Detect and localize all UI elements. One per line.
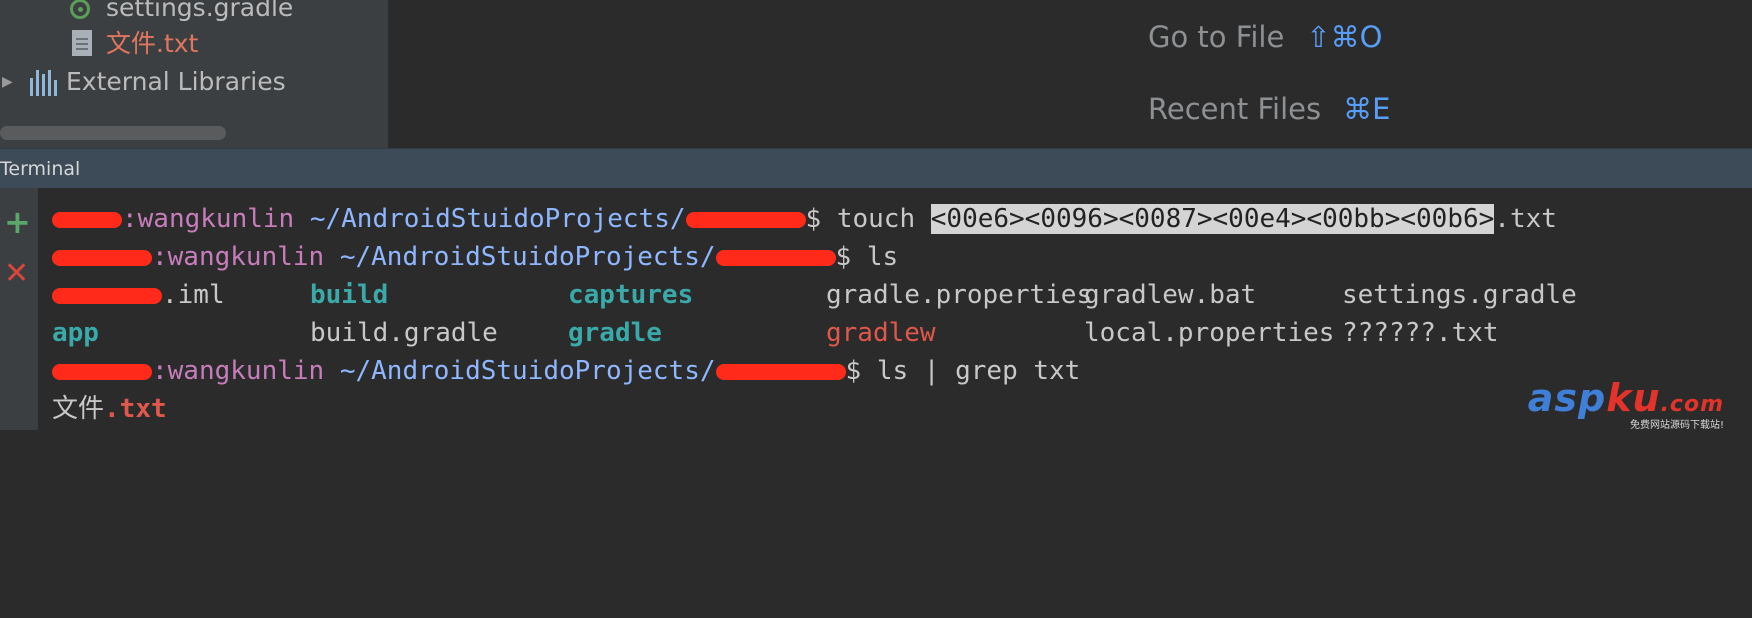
expand-arrow-icon[interactable]: ▶ [2, 64, 13, 100]
hint-recent-files: Recent Files ⌘E [1148, 92, 1390, 126]
tree-item-label: 文件.txt [106, 29, 199, 58]
grep-result-ext: .txt [104, 394, 167, 424]
terminal-header[interactable]: Terminal [0, 148, 1752, 189]
ls-entry: local.properties [1084, 318, 1335, 348]
close-session-x-icon[interactable]: ✕ [4, 258, 29, 290]
prompt-path: ~/AndroidStuidoProjects/ [294, 204, 686, 234]
ls-entry: captures [568, 280, 694, 310]
terminal-line: :wangkunlin ~/AndroidStuidoProjects/ $ ls… [52, 352, 1080, 390]
project-tree[interactable]: settings.gradle 文件.txt ▶ External Librar… [0, 0, 388, 148]
prompt-path: ~/AndroidStuidoProjects/ [324, 242, 716, 272]
redaction [52, 249, 152, 266]
hint-label: Recent Files [1148, 92, 1322, 126]
top-area: settings.gradle 文件.txt ▶ External Librar… [0, 0, 1752, 148]
watermark-brand-ku: ku [1606, 376, 1661, 420]
hint-shortcut: ⌘E [1343, 92, 1391, 126]
command-ext: .txt [1494, 204, 1557, 234]
redaction [715, 249, 836, 266]
tree-item-label: settings.gradle [106, 0, 294, 22]
terminal-title: Terminal [0, 158, 81, 180]
prompt-user: :wangkunlin [152, 356, 325, 386]
redaction [52, 211, 122, 228]
terminal-line: :wangkunlin ~/AndroidStuidoProjects/ $ to… [52, 200, 1557, 238]
hint-go-to-file: Go to File ⇧⌘O [1148, 20, 1382, 54]
ls-entry: gradlew.bat [1084, 280, 1257, 310]
watermark-suffix: .com [1660, 392, 1724, 417]
prompt-user: :wangkunlin [122, 204, 295, 234]
redaction [715, 363, 846, 380]
ls-entry: app [52, 318, 99, 348]
horizontal-scrollbar[interactable] [0, 126, 226, 140]
terminal-line: :wangkunlin ~/AndroidStuidoProjects/ $ ls [52, 238, 898, 276]
ls-entry: build [310, 280, 389, 310]
terminal-line: app build.gradle gradle gradlew local.pr… [52, 314, 1499, 352]
ls-entry: gradle [568, 318, 662, 348]
ls-entry: build.gradle [310, 318, 498, 348]
hint-label: Go to File [1148, 20, 1285, 54]
redaction [52, 287, 162, 304]
grep-result-name: 文件 [52, 394, 105, 424]
text-file-icon [72, 30, 92, 56]
ls-entry: gradlew [826, 318, 936, 348]
ls-entry: .iml [162, 280, 225, 310]
redaction [52, 363, 152, 380]
new-session-plus-icon[interactable]: + [4, 206, 31, 238]
terminal-line: .iml build captures gradle.properties gr… [52, 276, 1577, 314]
watermark-logo: aspku.com 免费网站源码下载站! [1528, 376, 1724, 431]
command: $ ls | grep txt [845, 356, 1081, 386]
prompt-path: ~/AndroidStuidoProjects/ [324, 356, 716, 386]
redaction [685, 211, 806, 228]
gradle-circle-icon [70, 0, 90, 19]
ls-entry: settings.gradle [1342, 280, 1577, 310]
tree-item-label: External Libraries [66, 67, 286, 96]
prompt-user: :wangkunlin [152, 242, 325, 272]
command: $ touch [805, 204, 931, 234]
watermark-brand-asp: asp [1527, 376, 1607, 420]
ls-entry: gradle.properties [826, 280, 1093, 310]
library-bars-icon [30, 70, 60, 96]
command: $ ls [835, 242, 899, 272]
editor-empty-area: Go to File ⇧⌘O Recent Files ⌘E [388, 0, 1752, 148]
terminal-output[interactable]: :wangkunlin ~/AndroidStuidoProjects/ $ to… [38, 188, 1752, 430]
ls-entry: ??????.txt [1342, 318, 1499, 348]
hint-shortcut: ⇧⌘O [1306, 20, 1383, 54]
watermark-brand: aspku.com [1528, 376, 1724, 420]
selected-text[interactable]: <00e6><0096><0087><00e4><00bb><00b6> [930, 204, 1495, 234]
terminal-line: 文件.txt [52, 390, 167, 428]
